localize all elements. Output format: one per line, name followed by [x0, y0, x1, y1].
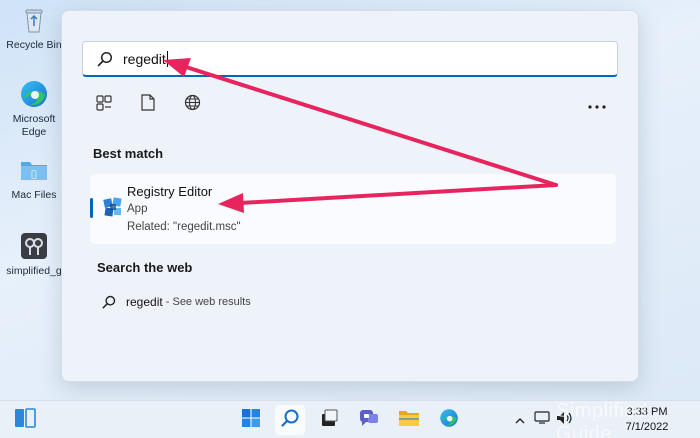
documents-filter-button[interactable] [138, 94, 158, 116]
taskbar-edge-button[interactable] [434, 405, 464, 435]
desktop-icon-simplified[interactable]: simplified_g [2, 230, 66, 278]
web-filter-button[interactable] [182, 94, 202, 116]
taskbar-clock[interactable]: 3:33 PM 7/1/2022 [612, 405, 682, 435]
widgets-icon [14, 407, 36, 433]
folder-icon [398, 409, 420, 432]
app-shortcut-icon [18, 230, 50, 262]
display-icon[interactable] [534, 411, 550, 429]
web-search-result[interactable]: regedit - See web results [92, 290, 392, 314]
taskbar-search-button[interactable] [275, 405, 305, 435]
svg-text::  [31, 170, 36, 180]
edge-icon [18, 78, 50, 110]
desktop-icon-mac-files[interactable]:  Mac Files [2, 154, 66, 202]
taskbar-start-button[interactable] [236, 405, 266, 435]
task-view-icon [319, 408, 339, 433]
edge-icon [439, 408, 459, 433]
search-input-value: regedit [123, 50, 166, 67]
windows-start-icon [241, 408, 261, 433]
taskbar-chat-button[interactable] [354, 405, 384, 435]
desktop-icon-label: simplified_g [6, 265, 62, 277]
search-web-heading: Search the web [97, 260, 193, 275]
taskbar-file-explorer-button[interactable] [394, 405, 424, 435]
more-options-icon [588, 96, 606, 114]
more-options-button[interactable] [586, 95, 608, 115]
search-icon [280, 408, 300, 433]
desktop-icon-recycle-bin[interactable]: Recycle Bin [2, 4, 66, 52]
start-search-panel: regedit Best match Registry Editor App R… [61, 10, 639, 382]
documents-filter-icon [141, 94, 155, 116]
taskbar: 3:33 PM 7/1/2022 [0, 400, 700, 438]
text-caret [166, 50, 168, 67]
desktop-icon-label: Mac Files [11, 189, 57, 201]
result-app-name: Registry Editor [127, 184, 213, 199]
clock-date: 7/1/2022 [625, 421, 669, 433]
folder-icon:  [18, 154, 50, 186]
chevron-up-icon[interactable] [512, 405, 528, 435]
volume-icon[interactable] [556, 411, 574, 430]
web-filter-icon [184, 94, 201, 116]
search-icon [102, 295, 116, 309]
result-related-text: Related: "regedit.msc" [127, 221, 241, 233]
desktop-icon-label: Recycle Bin [6, 39, 62, 51]
clock-time: 3:33 PM [626, 406, 668, 418]
apps-filter-button[interactable] [94, 94, 114, 116]
search-input[interactable]: regedit [82, 41, 618, 77]
desktop-icon-edge[interactable]: Microsoft Edge [2, 78, 66, 139]
desktop-icon-label: Microsoft Edge [12, 113, 56, 138]
taskbar-task-view-button[interactable] [314, 405, 344, 435]
web-results-suffix: - See web results [162, 296, 251, 308]
system-tray [512, 401, 574, 438]
result-app-type: App [127, 203, 148, 215]
recycle-bin-icon [18, 4, 50, 36]
teams-chat-icon [358, 408, 380, 433]
taskbar-widgets-button[interactable] [10, 405, 40, 435]
search-icon [97, 51, 113, 67]
web-query-text: regedit [126, 295, 163, 309]
selection-indicator [90, 198, 93, 218]
registry-editor-icon [102, 196, 124, 218]
best-match-result[interactable]: Registry Editor App Related: "regedit.ms… [90, 174, 616, 244]
best-match-heading: Best match [93, 146, 164, 161]
apps-filter-icon [96, 94, 112, 116]
search-filter-row [94, 94, 202, 116]
